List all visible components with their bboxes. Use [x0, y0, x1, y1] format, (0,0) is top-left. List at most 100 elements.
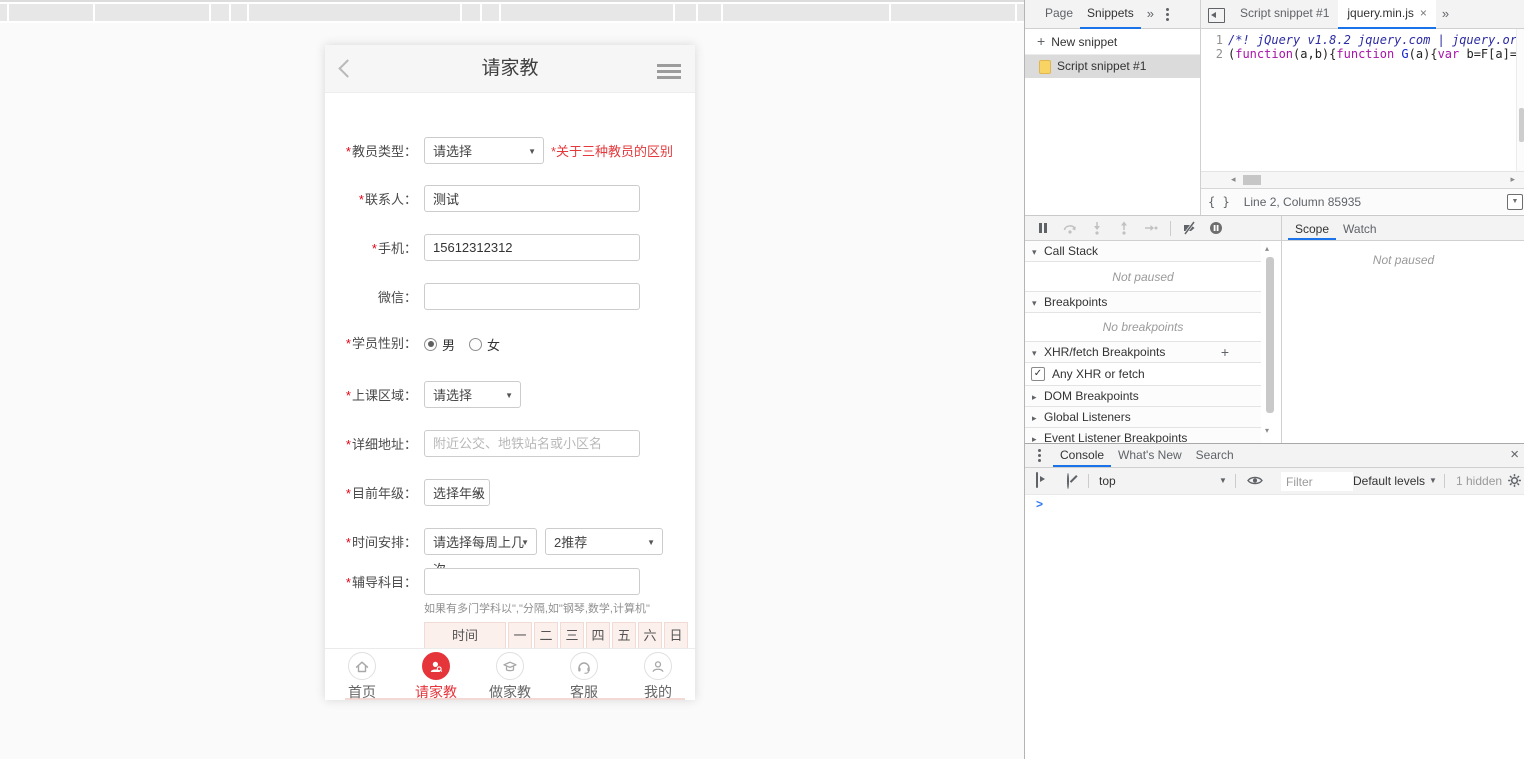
- section-header-call-stack[interactable]: ▾Call Stack: [1025, 241, 1261, 262]
- log-levels-selector[interactable]: Default levels: [1353, 468, 1425, 494]
- scope-tab-scope[interactable]: Scope: [1288, 216, 1336, 240]
- xhr-any-row[interactable]: ✓Any XHR or fetch: [1025, 363, 1261, 386]
- required-asterisk: *: [346, 144, 351, 159]
- scroll-up-icon[interactable]: ▴: [1265, 244, 1269, 253]
- scroll-left-icon[interactable]: ◂: [1231, 174, 1236, 185]
- clear-console-icon[interactable]: [1067, 474, 1069, 488]
- radio-option[interactable]: 女: [469, 335, 500, 354]
- required-asterisk: *: [346, 535, 351, 550]
- code-token: G: [1401, 47, 1408, 61]
- add-breakpoint-icon[interactable]: +: [1221, 342, 1229, 363]
- chevron-down-icon[interactable]: ▼: [1429, 468, 1437, 494]
- live-expression-eye-icon[interactable]: [1247, 474, 1263, 490]
- step-over-icon[interactable]: [1060, 220, 1080, 236]
- toolbar-separator: [1170, 221, 1171, 236]
- teacher-type-info-link[interactable]: *关于三种教员的区别: [551, 137, 673, 166]
- section-header-xhr-fetch-breakpoints[interactable]: ▾XHR/fetch Breakpoints+: [1025, 342, 1261, 363]
- scope-pane: ScopeWatch Not paused: [1281, 216, 1524, 444]
- form-row: *联系人：: [325, 185, 695, 214]
- form-row: *辅导科目：: [325, 568, 695, 597]
- tabbar-item-我的[interactable]: 我的: [621, 649, 695, 698]
- pause-on-exceptions-icon[interactable]: [1206, 220, 1226, 236]
- field-input-1[interactable]: [424, 185, 640, 212]
- code-token: var: [1438, 47, 1460, 61]
- editor-tab-Script snippet #1[interactable]: Script snippet #1: [1231, 0, 1338, 29]
- hide-navigator-icon[interactable]: [1208, 8, 1225, 23]
- tabbar-item-首页[interactable]: 首页: [325, 649, 399, 698]
- editor-vertical-scrollbar[interactable]: [1516, 29, 1524, 171]
- console-tab-search[interactable]: Search: [1189, 444, 1241, 467]
- scrollbar-thumb[interactable]: [1243, 175, 1261, 185]
- close-tab-icon[interactable]: ×: [1420, 6, 1427, 20]
- tabbar-item-请家教[interactable]: 请家教: [399, 649, 473, 698]
- field-select-8[interactable]: 请选择每周上几次▼: [424, 528, 537, 555]
- step-icon[interactable]: [1141, 220, 1161, 236]
- checkbox-icon[interactable]: ✓: [1031, 367, 1045, 381]
- pause-icon[interactable]: [1033, 220, 1053, 236]
- field-select-5[interactable]: 请选择▼: [424, 381, 521, 408]
- new-snippet-button[interactable]: +New snippet: [1025, 29, 1200, 55]
- scrollbar-thumb[interactable]: [1519, 108, 1524, 142]
- scrollbar-thumb[interactable]: [1266, 257, 1274, 413]
- field-input-9[interactable]: [424, 568, 640, 595]
- navigator-tabs: PageSnippets»: [1025, 0, 1176, 29]
- menu-kebab-icon[interactable]: [1160, 0, 1176, 29]
- radio-option[interactable]: 男: [424, 335, 455, 354]
- field-select-7[interactable]: 选择年级▼: [424, 479, 490, 506]
- field-input-6[interactable]: [424, 430, 640, 457]
- plus-icon: +: [1037, 33, 1045, 49]
- more-tabs-icon[interactable]: »: [1141, 0, 1160, 29]
- context-selector[interactable]: top: [1099, 468, 1116, 494]
- console-sidebar-icon[interactable]: [1036, 473, 1038, 487]
- form-row: *学员性别： 男女: [325, 335, 695, 353]
- console-settings-gear-icon[interactable]: [1507, 473, 1522, 491]
- scroll-right-icon[interactable]: ▸: [1510, 174, 1515, 185]
- tabbar-item-客服[interactable]: 客服: [547, 649, 621, 698]
- field-input-2[interactable]: [424, 234, 640, 261]
- filter-input[interactable]: [1281, 472, 1353, 491]
- triangle-right-icon: ▸: [1032, 387, 1044, 408]
- snippet-item[interactable]: Script snippet #1: [1025, 55, 1200, 78]
- radio-icon[interactable]: [469, 338, 482, 351]
- required-asterisk: *: [346, 575, 351, 590]
- field-label: *学员性别：: [325, 335, 417, 353]
- console-tab-what-s-new[interactable]: What's New: [1111, 444, 1189, 467]
- navigator-tab-snippets[interactable]: Snippets: [1080, 0, 1141, 29]
- section-header-dom-breakpoints[interactable]: ▸DOM Breakpoints: [1025, 386, 1261, 407]
- tabbar-item-做家教[interactable]: 做家教: [473, 649, 547, 698]
- field-select2-8[interactable]: 2推荐▼: [545, 528, 663, 555]
- scope-message: Not paused: [1282, 253, 1524, 267]
- navigator-tab-page[interactable]: Page: [1038, 0, 1080, 29]
- code-token: function: [1235, 47, 1293, 61]
- radio-icon[interactable]: [424, 338, 437, 351]
- tutor-request-icon: [422, 652, 450, 680]
- step-out-icon[interactable]: [1114, 220, 1134, 236]
- field-label: 微信：: [325, 283, 417, 312]
- devtools-topbar: PageSnippets» Script snippet #1jquery.mi…: [1025, 0, 1524, 29]
- section-header-global-listeners[interactable]: ▸Global Listeners: [1025, 407, 1261, 428]
- editor-tab-jquery.min.js[interactable]: jquery.min.js×: [1338, 0, 1435, 29]
- debugger-region: ▾Call StackNot paused▾BreakpointsNo brea…: [1025, 215, 1524, 443]
- deactivate-breakpoints-icon[interactable]: [1179, 220, 1199, 236]
- field-input-3[interactable]: [424, 283, 640, 310]
- code-editor[interactable]: 1/*! jQuery v1.8.2 jquery.com | jquery.o…: [1201, 29, 1524, 175]
- section-header-breakpoints[interactable]: ▾Breakpoints: [1025, 292, 1261, 313]
- console-tab-console[interactable]: Console: [1053, 444, 1111, 467]
- field-label: *联系人：: [325, 185, 417, 214]
- scope-tab-watch[interactable]: Watch: [1336, 216, 1384, 240]
- chevron-down-icon[interactable]: ▼: [1219, 468, 1227, 494]
- section-header-event-listener-breakpoints[interactable]: ▸Event Listener Breakpoints: [1025, 428, 1261, 444]
- console-prompt-chevron[interactable]: >: [1036, 497, 1043, 511]
- field-label: *目前年级：: [325, 479, 417, 508]
- scroll-down-icon[interactable]: ▾: [1265, 426, 1269, 435]
- close-drawer-icon[interactable]: ×: [1510, 444, 1519, 466]
- step-into-icon[interactable]: [1087, 220, 1107, 236]
- more-tabs-icon[interactable]: »: [1436, 0, 1455, 29]
- editor-horizontal-scrollbar[interactable]: ◂ ▸: [1201, 171, 1524, 188]
- pretty-print-icon[interactable]: { }: [1208, 195, 1230, 209]
- menu-icon[interactable]: [657, 64, 681, 82]
- coverage-icon[interactable]: ▼: [1507, 194, 1523, 210]
- field-select-0[interactable]: 请选择▼: [424, 137, 544, 164]
- page-strip-segment: [891, 4, 1015, 21]
- console-menu-kebab-icon[interactable]: [1031, 444, 1047, 467]
